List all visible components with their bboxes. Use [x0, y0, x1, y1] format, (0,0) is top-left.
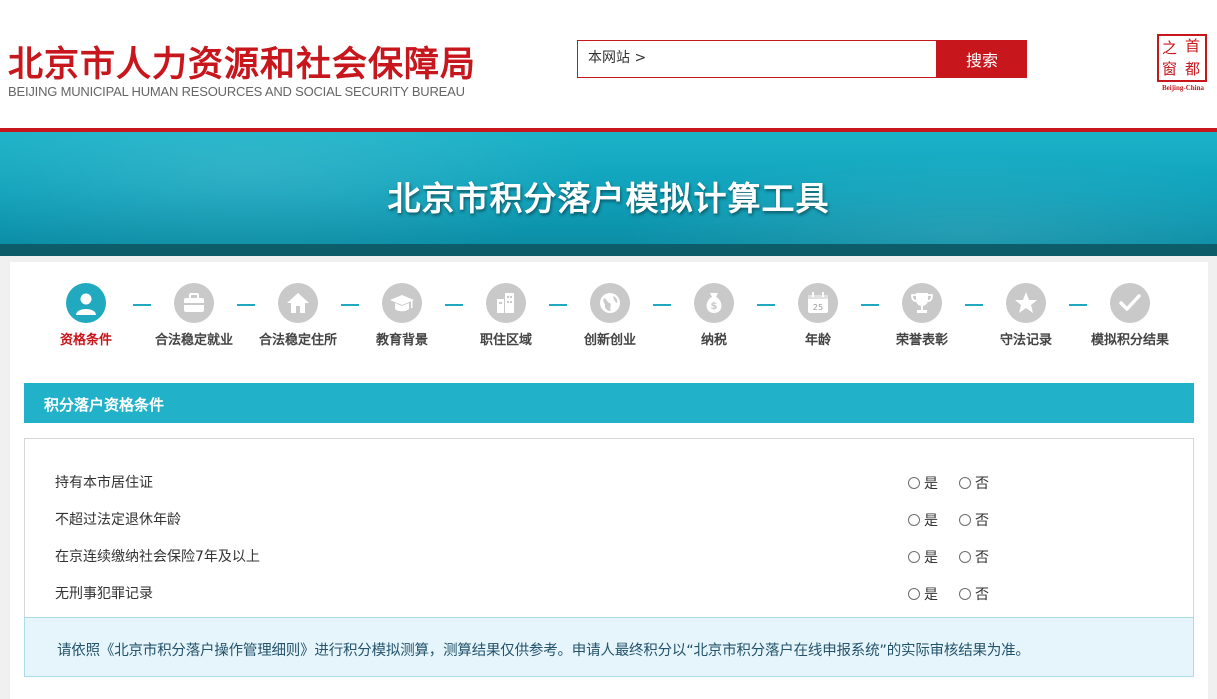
radio-circle[interactable] [908, 514, 920, 526]
radio-circle[interactable] [908, 477, 920, 489]
step-result[interactable]: 模拟积分结果 [1075, 283, 1185, 348]
question-text: 在京连续缴纳社会保险7年及以上 [55, 549, 260, 565]
seal-char: 都 [1185, 60, 1201, 78]
house-icon [278, 283, 318, 323]
banner-bottom-strip [0, 244, 1217, 256]
yes-radio[interactable]: 是 [908, 584, 938, 604]
question-row: 持有本市居住证 是 否 [25, 470, 1193, 494]
no-radio[interactable]: 否 [959, 584, 989, 604]
step-label: 模拟积分结果 [1090, 333, 1169, 348]
qualification-form: 持有本市居住证 是 否 不超过法定退休年龄 是 否 在京连续缴纳社会保险7年及以… [24, 438, 1194, 618]
svg-text:25: 25 [813, 303, 823, 312]
step-label: 合法稳定住所 [258, 333, 337, 348]
step-label: 守法记录 [999, 333, 1052, 348]
seal-char: 首 [1185, 37, 1201, 55]
no-radio[interactable]: 否 [959, 473, 989, 493]
globe-icon [590, 283, 630, 323]
seal-caption: Beijing-China [1161, 84, 1204, 92]
step-label: 资格条件 [59, 333, 112, 348]
buildings-icon [486, 283, 526, 323]
step-label: 合法稳定就业 [154, 333, 233, 348]
site-logo-en: BEIJING MUNICIPAL HUMAN RESOURCES AND SO… [8, 84, 465, 99]
radio-circle[interactable] [959, 477, 971, 489]
radio-circle[interactable] [959, 588, 971, 600]
site-header: 北京市人力资源和社会保障局 BEIJING MUNICIPAL HUMAN RE… [0, 0, 1217, 128]
option-label: 否 [975, 550, 989, 566]
question-row: 不超过法定退休年龄 是 否 [25, 507, 1193, 531]
option-label: 是 [924, 550, 938, 566]
money-bag-icon: $ [694, 283, 734, 323]
search-scope-selector[interactable]: 本网站 > [588, 47, 646, 67]
radio-circle[interactable] [908, 551, 920, 563]
step-education[interactable]: 教育背景 [347, 283, 457, 348]
step-label: 职住区域 [479, 333, 532, 348]
option-label: 是 [924, 476, 938, 492]
step-label: 创新创业 [583, 333, 636, 348]
step-qualification[interactable]: 资格条件 [31, 283, 141, 348]
capital-seal-logo: 之 首 窗 都 Beijing-China [1155, 34, 1209, 94]
step-law-record[interactable]: 守法记录 [971, 283, 1081, 348]
seal-char: 之 [1162, 39, 1178, 57]
section-title: 积分落户资格条件 [44, 396, 165, 414]
user-icon [66, 283, 106, 323]
option-label: 否 [975, 513, 989, 529]
option-label: 否 [975, 587, 989, 603]
question-text: 无刑事犯罪记录 [55, 586, 153, 602]
step-honors[interactable]: 荣誉表彰 [867, 283, 977, 348]
calendar-icon: 25 [798, 283, 838, 323]
briefcase-icon [174, 283, 214, 323]
radio-circle[interactable] [959, 551, 971, 563]
no-radio[interactable]: 否 [959, 510, 989, 530]
step-tax[interactable]: $ 纳税 [659, 283, 769, 348]
step-label: 教育背景 [375, 333, 428, 348]
yes-radio[interactable]: 是 [908, 510, 938, 530]
section-header: 积分落户资格条件 [24, 383, 1194, 423]
star-icon [1006, 283, 1046, 323]
step-label: 年龄 [804, 333, 831, 348]
step-work-area[interactable]: 职住区域 [451, 283, 561, 348]
radio-circle[interactable] [908, 588, 920, 600]
no-radio[interactable]: 否 [959, 547, 989, 567]
option-label: 否 [975, 476, 989, 492]
search-box: 本网站 > [577, 40, 937, 78]
step-age[interactable]: 25 年龄 [763, 283, 873, 348]
option-label: 是 [924, 513, 938, 529]
option-label: 是 [924, 587, 938, 603]
notice-text: 请依照《北京市积分落户操作管理细则》进行积分模拟测算，测算结果仅供参考。申请人最… [57, 643, 1030, 659]
yes-radio[interactable]: 是 [908, 473, 938, 493]
disclaimer-notice: 请依照《北京市积分落户操作管理细则》进行积分模拟测算，测算结果仅供参考。申请人最… [24, 617, 1194, 677]
yes-radio[interactable]: 是 [908, 547, 938, 567]
check-icon [1110, 283, 1150, 323]
question-text: 持有本市居住证 [55, 475, 153, 491]
question-row: 在京连续缴纳社会保险7年及以上 是 否 [25, 544, 1193, 568]
step-label: 荣誉表彰 [895, 333, 948, 348]
search-button[interactable]: 搜索 [937, 40, 1027, 78]
svg-text:$: $ [711, 301, 718, 312]
step-employment[interactable]: 合法稳定就业 [139, 283, 249, 348]
seal-frame: 之 首 窗 都 [1157, 34, 1207, 82]
step-innovation[interactable]: 创新创业 [555, 283, 665, 348]
step-residence[interactable]: 合法稳定住所 [243, 283, 353, 348]
step-label: 纳税 [700, 333, 727, 348]
trophy-icon [902, 283, 942, 323]
seal-char: 窗 [1162, 60, 1178, 78]
question-text: 不超过法定退休年龄 [55, 512, 181, 528]
banner-title: 北京市积分落户模拟计算工具 [387, 179, 830, 218]
radio-circle[interactable] [959, 514, 971, 526]
site-logo-cn[interactable]: 北京市人力资源和社会保障局 [8, 36, 476, 87]
graduation-cap-icon [382, 283, 422, 323]
banner: 北京市积分落户模拟计算工具 [0, 132, 1217, 244]
search-input[interactable] [658, 47, 928, 71]
question-row: 无刑事犯罪记录 是 否 [25, 581, 1193, 605]
